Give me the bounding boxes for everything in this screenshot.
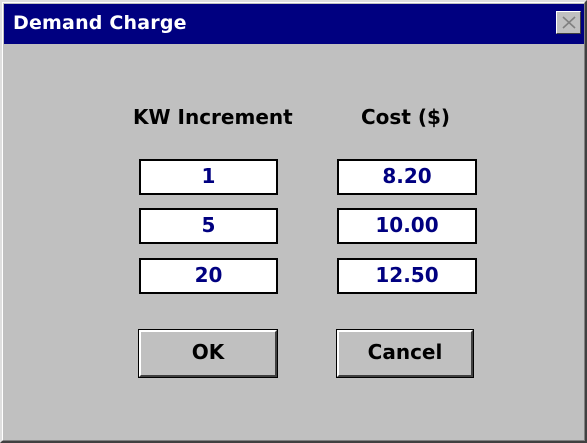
cost-field-1[interactable]: 8.20: [337, 159, 477, 195]
kw-increment-field-3[interactable]: 20: [139, 258, 278, 294]
title-bar[interactable]: Demand Charge: [4, 4, 584, 44]
dialog-frame: [2, 2, 585, 441]
cost-field-3[interactable]: 12.50: [337, 258, 477, 294]
cost-header: Cost ($): [361, 105, 451, 129]
window-title: Demand Charge: [13, 12, 187, 34]
ok-button[interactable]: OK: [139, 330, 277, 377]
close-button[interactable]: [556, 11, 581, 34]
kw-increment-header: KW Increment: [133, 105, 293, 129]
kw-increment-field-2[interactable]: 5: [139, 208, 278, 244]
close-icon: [562, 16, 576, 29]
demand-charge-dialog: Demand Charge KW Increment Cost ($) 1 8.…: [0, 0, 587, 443]
cancel-button[interactable]: Cancel: [337, 330, 473, 377]
cost-field-2[interactable]: 10.00: [337, 208, 477, 244]
kw-increment-field-1[interactable]: 1: [139, 159, 278, 195]
